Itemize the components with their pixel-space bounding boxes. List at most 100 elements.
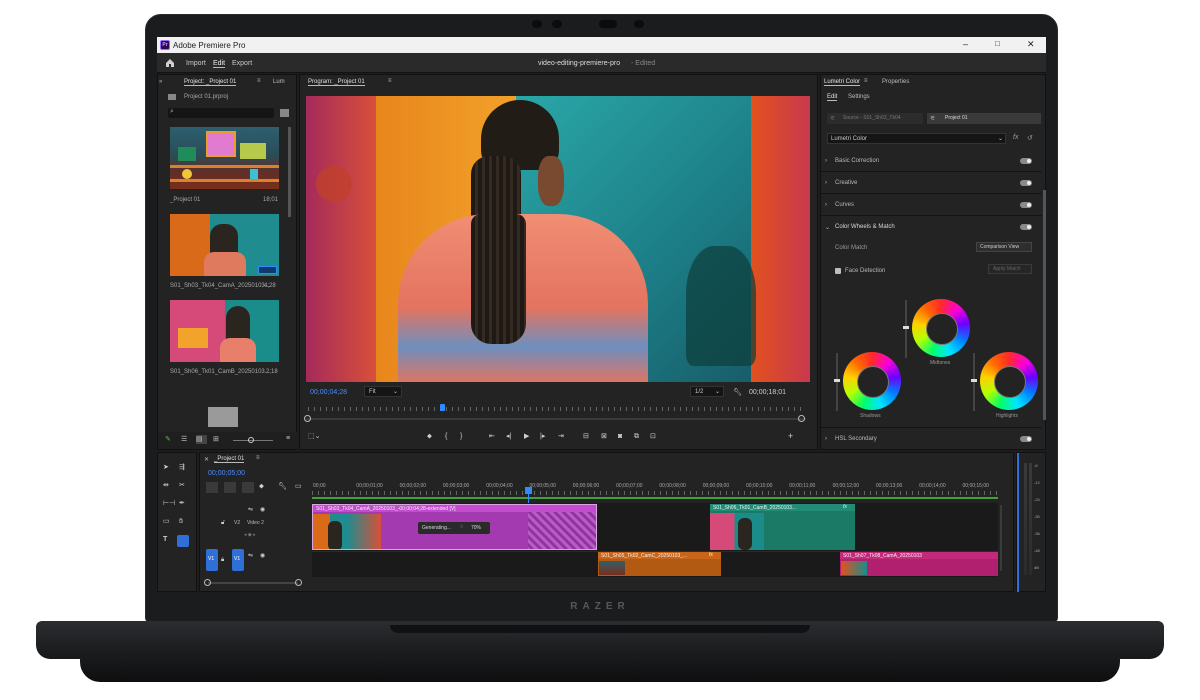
track-target-v1[interactable]: V1	[232, 549, 244, 571]
track-select-icon[interactable]: ⇶	[179, 463, 185, 473]
sync-lock-icon[interactable]: ⇋	[248, 505, 253, 515]
add-button-icon[interactable]: +	[788, 431, 793, 441]
scrollbar[interactable]	[1043, 190, 1046, 420]
reset-icon[interactable]: ↺	[1027, 134, 1033, 142]
lock-icon[interactable]: 🔓︎	[221, 518, 225, 528]
tab-properties[interactable]: Properties	[882, 79, 909, 85]
apply-match-button[interactable]: Apply Match	[988, 264, 1032, 274]
menu-edit[interactable]: Edit	[213, 60, 226, 68]
safe-margins-icon[interactable]: ⬚⌄	[308, 432, 320, 442]
hand-tool-icon[interactable]: ✋︎	[179, 517, 183, 527]
close-tab-icon[interactable]: ✕	[204, 456, 209, 463]
timeline-timecode[interactable]: 00;00;05;00	[208, 470, 245, 477]
zoom-select[interactable]: Fit ⌄	[364, 386, 402, 397]
clip-camb[interactable]: S01_Sh06_Tk01_CamB_20250103... fx	[710, 504, 855, 550]
step-back-icon[interactable]: ◂|	[506, 432, 511, 442]
pencil-icon[interactable]: ✎	[165, 435, 171, 443]
section-color-wheels[interactable]: ⌄ Color Wheels & Match	[821, 216, 1042, 238]
maximize-icon[interactable]: □	[995, 39, 1000, 48]
scrollbar[interactable]	[288, 127, 291, 217]
eye-icon[interactable]: ◉	[260, 505, 265, 515]
toggle[interactable]	[1020, 224, 1032, 230]
thumbnail-clip-2[interactable]	[170, 300, 279, 362]
panel-menu-icon[interactable]: ≡	[286, 435, 290, 442]
sync-lock-icon[interactable]: ⇋	[248, 551, 253, 561]
source-clip-select[interactable]: ⚟ Source - S01_Sh03_Tk04	[827, 113, 923, 124]
clip-extended[interactable]: S01_Sh03_Tk04_CamA_20250103_-00;00;04;28…	[312, 504, 597, 550]
overwrite-icon[interactable]: ⊠	[601, 432, 607, 442]
toggle[interactable]	[1020, 202, 1032, 208]
vertical-scrollbar[interactable]	[1000, 505, 1002, 571]
play-icon[interactable]: ▶	[524, 432, 529, 442]
type-tool-icon[interactable]: T	[163, 535, 167, 545]
eye-icon[interactable]: ◉	[260, 551, 265, 561]
tab-settings[interactable]: Settings	[848, 94, 870, 100]
insert-icon[interactable]: ⊟	[583, 432, 589, 442]
midtones-wheel[interactable]	[912, 299, 970, 357]
effect-select[interactable]: Lumetri Color ⌄	[827, 133, 1006, 144]
toggle[interactable]	[1020, 180, 1032, 186]
pen-tool-icon[interactable]: ✒	[179, 499, 185, 509]
go-to-out-icon[interactable]: ⇥	[558, 432, 564, 442]
wrench-icon[interactable]: 🔧︎	[733, 388, 742, 396]
comparison-icon[interactable]: ⧉	[634, 432, 639, 442]
section-creative[interactable]: › Creative	[821, 172, 1042, 194]
generative-extend-icon[interactable]	[177, 535, 189, 547]
shadows-slider[interactable]	[834, 353, 840, 411]
track-zoom-scrollbar[interactable]	[208, 582, 298, 584]
tab-project[interactable]: Project: _Project 01	[184, 79, 237, 86]
highlights-slider[interactable]	[971, 353, 977, 411]
clip-camc[interactable]: S01_Sh05_Tk02_CamC_20250103_... fx	[598, 552, 721, 576]
section-curves[interactable]: › Curves	[821, 194, 1042, 216]
timeline-settings-icon[interactable]: 🔧︎	[278, 482, 287, 492]
rectangle-tool-icon[interactable]: ▭	[163, 517, 170, 527]
marker-icon[interactable]: ⬥	[427, 432, 432, 442]
home-icon[interactable]	[165, 58, 175, 68]
minimize-icon[interactable]: –	[963, 39, 968, 49]
freeform-view-icon[interactable]: ⊞	[213, 435, 219, 443]
multicam-icon[interactable]: ⊡	[650, 432, 656, 442]
tab-lumetri-color[interactable]: Lumetri Color	[824, 79, 861, 86]
comparison-view-button[interactable]: Comparison View	[976, 242, 1032, 252]
slip-tool-icon[interactable]: ⊢⊣	[163, 499, 175, 509]
add-marker-icon[interactable]: ⬥	[259, 482, 264, 492]
tab-program[interactable]: Program: _Project 01	[308, 79, 365, 86]
toggle[interactable]	[1020, 436, 1032, 442]
panel-menu-icon[interactable]: ≡	[256, 455, 260, 461]
go-to-in-icon[interactable]: ⇤	[489, 432, 495, 442]
resolution-select[interactable]: 1/2 ⌄	[690, 386, 724, 397]
snap-icon[interactable]	[206, 482, 218, 493]
mini-ruler[interactable]	[308, 407, 804, 411]
lock-icon[interactable]: 🔒︎	[221, 555, 224, 565]
captions-icon[interactable]: ▭	[295, 482, 302, 492]
timeline-playhead[interactable]	[525, 487, 532, 494]
panel-menu-icon[interactable]: ≡	[388, 78, 392, 84]
face-detection-checkbox[interactable]	[835, 268, 841, 274]
razor-icon[interactable]: ✂	[179, 481, 185, 491]
step-forward-icon[interactable]: |▸	[540, 432, 545, 442]
ripple-sequence-icon[interactable]	[242, 482, 254, 493]
selection-tool-icon[interactable]: ➤	[163, 463, 169, 473]
linked-selection-icon[interactable]	[224, 482, 236, 493]
playhead[interactable]	[439, 404, 445, 411]
icon-view-icon[interactable]: ▤	[196, 435, 207, 444]
tab-lumetri-short[interactable]: Lum	[273, 79, 285, 85]
section-basic-correction[interactable]: › Basic Correction	[821, 150, 1042, 172]
project-target-select[interactable]: ⚟ Project 01	[927, 113, 1041, 124]
ripple-edit-icon[interactable]: ⇹	[163, 481, 169, 491]
mark-out-icon[interactable]: }	[460, 432, 462, 442]
folder-icon[interactable]	[208, 407, 238, 427]
section-hsl-secondary[interactable]: › HSL Secondary	[821, 427, 1042, 449]
thumbnail-clip-1[interactable]	[170, 214, 279, 276]
fx-icon[interactable]: fx	[1013, 134, 1018, 141]
keyframe-nav-icon[interactable]: ◂ ◆ ▸	[244, 530, 256, 540]
new-bin-icon[interactable]	[280, 109, 289, 117]
source-patch-v1[interactable]: V1	[206, 549, 218, 571]
current-timecode[interactable]: 00;00;04;28	[310, 389, 347, 396]
search-input[interactable]: ⌕	[168, 108, 274, 118]
camera-icon[interactable]: ◙	[618, 432, 622, 442]
thumbnail-project[interactable]	[170, 127, 279, 189]
highlights-wheel[interactable]	[980, 352, 1038, 410]
clip-cama[interactable]: S01_Sh07_Tk08_CamA_20250103	[840, 552, 998, 576]
menu-import[interactable]: Import	[186, 60, 206, 67]
